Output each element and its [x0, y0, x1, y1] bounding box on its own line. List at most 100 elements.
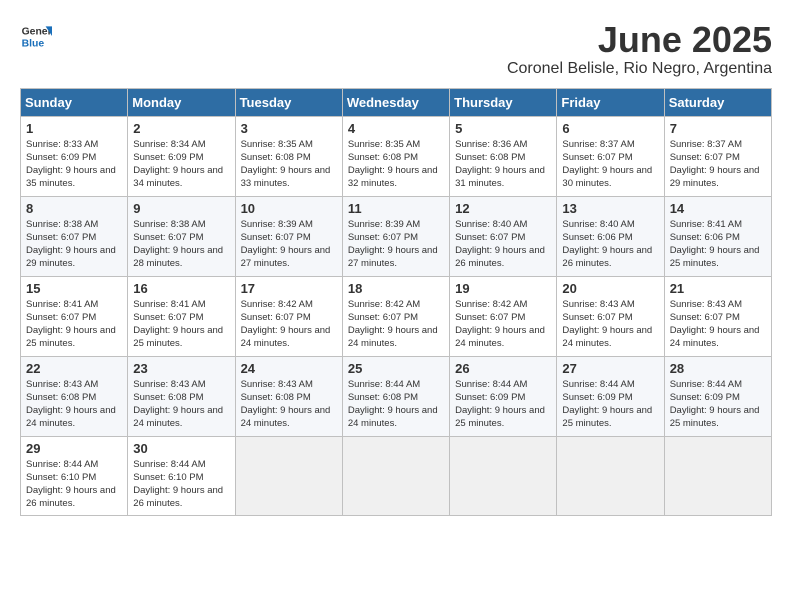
- sunrise-label: Sunrise: 8:37 AM: [670, 139, 742, 150]
- sunset-label: Sunset: 6:06 PM: [670, 232, 740, 243]
- day-number: 21: [670, 281, 766, 296]
- daylight-label: Daylight: 9 hours and 24 minutes.: [241, 325, 331, 349]
- day-header-monday: Monday: [128, 88, 235, 116]
- day-info: Sunrise: 8:44 AM Sunset: 6:09 PM Dayligh…: [455, 378, 551, 431]
- daylight-label: Daylight: 9 hours and 29 minutes.: [26, 245, 116, 269]
- calendar-cell: 23 Sunrise: 8:43 AM Sunset: 6:08 PM Dayl…: [128, 356, 235, 436]
- day-header-saturday: Saturday: [664, 88, 771, 116]
- day-info: Sunrise: 8:38 AM Sunset: 6:07 PM Dayligh…: [133, 218, 229, 271]
- calendar-cell: 24 Sunrise: 8:43 AM Sunset: 6:08 PM Dayl…: [235, 356, 342, 436]
- daylight-label: Daylight: 9 hours and 26 minutes.: [133, 485, 223, 509]
- calendar-cell: 5 Sunrise: 8:36 AM Sunset: 6:08 PM Dayli…: [450, 116, 557, 196]
- day-number: 22: [26, 361, 122, 376]
- day-number: 25: [348, 361, 444, 376]
- sunrise-label: Sunrise: 8:44 AM: [133, 459, 205, 470]
- daylight-label: Daylight: 9 hours and 33 minutes.: [241, 165, 331, 189]
- calendar-cell: 7 Sunrise: 8:37 AM Sunset: 6:07 PM Dayli…: [664, 116, 771, 196]
- day-info: Sunrise: 8:36 AM Sunset: 6:08 PM Dayligh…: [455, 138, 551, 191]
- daylight-label: Daylight: 9 hours and 25 minutes.: [670, 245, 760, 269]
- day-info: Sunrise: 8:34 AM Sunset: 6:09 PM Dayligh…: [133, 138, 229, 191]
- day-info: Sunrise: 8:44 AM Sunset: 6:10 PM Dayligh…: [133, 458, 229, 511]
- sunset-label: Sunset: 6:09 PM: [26, 152, 96, 163]
- day-number: 28: [670, 361, 766, 376]
- day-info: Sunrise: 8:43 AM Sunset: 6:08 PM Dayligh…: [241, 378, 337, 431]
- day-info: Sunrise: 8:42 AM Sunset: 6:07 PM Dayligh…: [455, 298, 551, 351]
- calendar-cell: [557, 436, 664, 515]
- day-info: Sunrise: 8:41 AM Sunset: 6:06 PM Dayligh…: [670, 218, 766, 271]
- daylight-label: Daylight: 9 hours and 30 minutes.: [562, 165, 652, 189]
- day-info: Sunrise: 8:43 AM Sunset: 6:07 PM Dayligh…: [562, 298, 658, 351]
- daylight-label: Daylight: 9 hours and 24 minutes.: [133, 405, 223, 429]
- calendar-cell: [235, 436, 342, 515]
- day-info: Sunrise: 8:41 AM Sunset: 6:07 PM Dayligh…: [133, 298, 229, 351]
- day-number: 13: [562, 201, 658, 216]
- sunset-label: Sunset: 6:07 PM: [241, 312, 311, 323]
- day-number: 8: [26, 201, 122, 216]
- day-number: 26: [455, 361, 551, 376]
- sunset-label: Sunset: 6:07 PM: [133, 312, 203, 323]
- day-info: Sunrise: 8:44 AM Sunset: 6:08 PM Dayligh…: [348, 378, 444, 431]
- daylight-label: Daylight: 9 hours and 26 minutes.: [562, 245, 652, 269]
- sunset-label: Sunset: 6:07 PM: [241, 232, 311, 243]
- calendar-cell: 27 Sunrise: 8:44 AM Sunset: 6:09 PM Dayl…: [557, 356, 664, 436]
- daylight-label: Daylight: 9 hours and 32 minutes.: [348, 165, 438, 189]
- calendar-cell: 30 Sunrise: 8:44 AM Sunset: 6:10 PM Dayl…: [128, 436, 235, 515]
- calendar-cell: 28 Sunrise: 8:44 AM Sunset: 6:09 PM Dayl…: [664, 356, 771, 436]
- calendar-cell: 18 Sunrise: 8:42 AM Sunset: 6:07 PM Dayl…: [342, 276, 449, 356]
- sunrise-label: Sunrise: 8:42 AM: [455, 299, 527, 310]
- calendar-cell: 8 Sunrise: 8:38 AM Sunset: 6:07 PM Dayli…: [21, 196, 128, 276]
- day-number: 20: [562, 281, 658, 296]
- calendar-cell: 3 Sunrise: 8:35 AM Sunset: 6:08 PM Dayli…: [235, 116, 342, 196]
- sunset-label: Sunset: 6:08 PM: [26, 392, 96, 403]
- day-number: 7: [670, 121, 766, 136]
- svg-text:Blue: Blue: [22, 38, 45, 49]
- week-row-4: 22 Sunrise: 8:43 AM Sunset: 6:08 PM Dayl…: [21, 356, 772, 436]
- calendar-cell: 1 Sunrise: 8:33 AM Sunset: 6:09 PM Dayli…: [21, 116, 128, 196]
- day-number: 27: [562, 361, 658, 376]
- day-info: Sunrise: 8:35 AM Sunset: 6:08 PM Dayligh…: [241, 138, 337, 191]
- day-info: Sunrise: 8:33 AM Sunset: 6:09 PM Dayligh…: [26, 138, 122, 191]
- daylight-label: Daylight: 9 hours and 24 minutes.: [562, 325, 652, 349]
- calendar-cell: 25 Sunrise: 8:44 AM Sunset: 6:08 PM Dayl…: [342, 356, 449, 436]
- daylight-label: Daylight: 9 hours and 24 minutes.: [670, 325, 760, 349]
- calendar-cell: 4 Sunrise: 8:35 AM Sunset: 6:08 PM Dayli…: [342, 116, 449, 196]
- daylight-label: Daylight: 9 hours and 24 minutes.: [455, 325, 545, 349]
- sunrise-label: Sunrise: 8:38 AM: [133, 219, 205, 230]
- daylight-label: Daylight: 9 hours and 25 minutes.: [26, 325, 116, 349]
- calendar-cell: 29 Sunrise: 8:44 AM Sunset: 6:10 PM Dayl…: [21, 436, 128, 515]
- day-number: 14: [670, 201, 766, 216]
- daylight-label: Daylight: 9 hours and 28 minutes.: [133, 245, 223, 269]
- sunset-label: Sunset: 6:06 PM: [562, 232, 632, 243]
- daylight-label: Daylight: 9 hours and 25 minutes.: [670, 405, 760, 429]
- day-header-tuesday: Tuesday: [235, 88, 342, 116]
- day-info: Sunrise: 8:43 AM Sunset: 6:08 PM Dayligh…: [26, 378, 122, 431]
- calendar-cell: 22 Sunrise: 8:43 AM Sunset: 6:08 PM Dayl…: [21, 356, 128, 436]
- sunrise-label: Sunrise: 8:44 AM: [348, 379, 420, 390]
- daylight-label: Daylight: 9 hours and 34 minutes.: [133, 165, 223, 189]
- day-number: 18: [348, 281, 444, 296]
- week-row-1: 1 Sunrise: 8:33 AM Sunset: 6:09 PM Dayli…: [21, 116, 772, 196]
- day-number: 23: [133, 361, 229, 376]
- sunset-label: Sunset: 6:07 PM: [26, 312, 96, 323]
- sunset-label: Sunset: 6:08 PM: [455, 152, 525, 163]
- day-info: Sunrise: 8:41 AM Sunset: 6:07 PM Dayligh…: [26, 298, 122, 351]
- day-info: Sunrise: 8:37 AM Sunset: 6:07 PM Dayligh…: [562, 138, 658, 191]
- calendar-cell: 10 Sunrise: 8:39 AM Sunset: 6:07 PM Dayl…: [235, 196, 342, 276]
- sunset-label: Sunset: 6:09 PM: [133, 152, 203, 163]
- sunrise-label: Sunrise: 8:42 AM: [241, 299, 313, 310]
- day-info: Sunrise: 8:42 AM Sunset: 6:07 PM Dayligh…: [348, 298, 444, 351]
- calendar-cell: 6 Sunrise: 8:37 AM Sunset: 6:07 PM Dayli…: [557, 116, 664, 196]
- day-info: Sunrise: 8:42 AM Sunset: 6:07 PM Dayligh…: [241, 298, 337, 351]
- daylight-label: Daylight: 9 hours and 35 minutes.: [26, 165, 116, 189]
- sunset-label: Sunset: 6:08 PM: [348, 152, 418, 163]
- sunrise-label: Sunrise: 8:44 AM: [670, 379, 742, 390]
- calendar-subtitle: Coronel Belisle, Rio Negro, Argentina: [507, 60, 772, 78]
- sunrise-label: Sunrise: 8:44 AM: [455, 379, 527, 390]
- day-info: Sunrise: 8:38 AM Sunset: 6:07 PM Dayligh…: [26, 218, 122, 271]
- sunset-label: Sunset: 6:07 PM: [670, 312, 740, 323]
- daylight-label: Daylight: 9 hours and 24 minutes.: [348, 405, 438, 429]
- day-info: Sunrise: 8:40 AM Sunset: 6:07 PM Dayligh…: [455, 218, 551, 271]
- day-number: 5: [455, 121, 551, 136]
- calendar-cell: 9 Sunrise: 8:38 AM Sunset: 6:07 PM Dayli…: [128, 196, 235, 276]
- day-info: Sunrise: 8:39 AM Sunset: 6:07 PM Dayligh…: [348, 218, 444, 271]
